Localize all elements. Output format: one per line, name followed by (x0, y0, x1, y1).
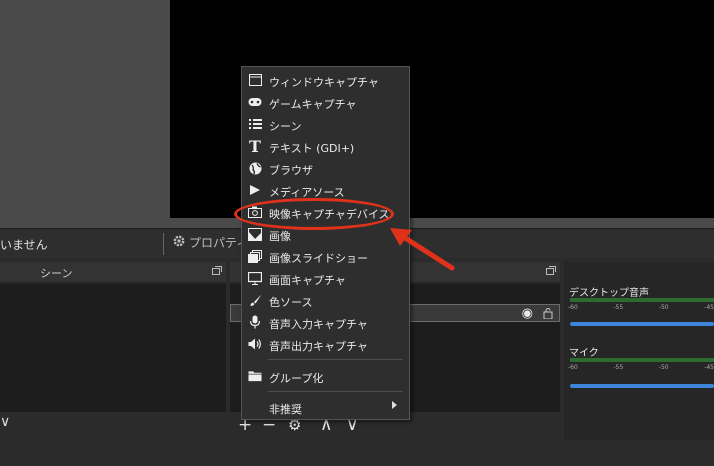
speaker-icon (248, 337, 262, 351)
microphone-icon (248, 315, 262, 329)
menu-item-label: 画面キャプチャ (269, 274, 346, 287)
gamepad-icon (248, 95, 262, 109)
properties-label: プロパティ (189, 236, 249, 250)
list-icon (248, 117, 262, 131)
menu-item-window-capture[interactable]: ウィンドウキャプチャ (242, 69, 409, 91)
toolbar-divider (163, 233, 164, 255)
play-icon (248, 183, 262, 197)
window-icon (248, 73, 262, 87)
globe-icon (248, 161, 262, 175)
scenes-list[interactable] (0, 284, 226, 412)
menu-item-audio-output-capture[interactable]: 音声出力キャプチャ (242, 333, 409, 355)
audio-mixer-panel: デスクトップ音声 -60 -55 -50 -45 マイク -60 -55 -50… (564, 262, 714, 440)
mixer-track-name: デスクトップ音声 (569, 288, 649, 299)
menu-item-image-slideshow[interactable]: 画像スライドショー (242, 245, 409, 267)
menu-item-audio-input-capture[interactable]: 音声入力キャプチャ (242, 311, 409, 333)
menu-item-label: グループ化 (269, 372, 324, 385)
tick-label: -55 (613, 364, 624, 371)
menu-item-label: テキスト (GDI+) (269, 142, 355, 155)
menu-item-game-capture[interactable]: ゲームキャプチャ (242, 91, 409, 113)
tick-label: -45 (704, 364, 714, 371)
tick-label: -45 (704, 304, 714, 311)
highlight-ellipse (234, 198, 394, 230)
mixer-track-name: マイク (569, 348, 599, 359)
scenes-panel-header: シーン (0, 262, 226, 282)
folder-icon (248, 369, 262, 383)
menu-item-label: 音声入力キャプチャ (269, 318, 368, 331)
menu-item-label: 非推奨 (269, 403, 302, 416)
image-icon (248, 227, 262, 241)
menu-item-color-source[interactable]: 色ソース (242, 289, 409, 311)
left-empty-area (0, 0, 170, 228)
volume-meter (570, 298, 714, 302)
menu-item-label: 音声出力キャプチャ (269, 340, 368, 353)
text-icon: T (249, 136, 261, 156)
scenes-footer: ∨ (0, 412, 226, 440)
undock-icon[interactable] (212, 266, 222, 275)
status-bar (0, 440, 714, 466)
no-source-selected-label: いません (0, 238, 48, 252)
slideshow-icon (248, 249, 262, 263)
undock-icon[interactable] (546, 266, 556, 275)
menu-item-label: ブラウザ (269, 164, 313, 177)
volume-slider[interactable] (570, 384, 714, 388)
menu-item-label: ウィンドウキャプチャ (269, 76, 379, 89)
properties-button[interactable]: プロパティ (172, 234, 248, 251)
menu-separator (268, 391, 403, 392)
annotation-arrow-icon (390, 228, 455, 271)
meter-ticks: -60 -55 -50 -45 (568, 304, 714, 311)
volume-meter (570, 358, 714, 362)
move-down-icon[interactable]: ∨ (0, 414, 10, 430)
scenes-panel-title: シーン (40, 267, 73, 280)
tick-label: -60 (568, 304, 578, 311)
gear-icon (172, 234, 186, 251)
monitor-icon (248, 271, 262, 285)
tick-label: -50 (658, 304, 669, 311)
menu-item-label: 色ソース (269, 296, 313, 309)
tick-label: -50 (658, 364, 669, 371)
tick-label: -55 (613, 304, 624, 311)
meter-ticks: -60 -55 -50 -45 (568, 364, 714, 371)
menu-item-label: 画像スライドショー (269, 252, 368, 265)
menu-item-scene[interactable]: シーン (242, 113, 409, 135)
menu-item-deprecated[interactable]: 非推奨 (242, 396, 409, 418)
menu-item-label: シーン (269, 120, 302, 133)
brush-icon (248, 293, 262, 307)
lock-icon[interactable] (543, 308, 553, 320)
menu-item-group[interactable]: グループ化 (242, 365, 409, 387)
menu-item-browser[interactable]: ブラウザ (242, 157, 409, 179)
visibility-eye-icon[interactable]: ◉ (522, 306, 533, 321)
submenu-arrow-icon (392, 401, 397, 409)
menu-item-text[interactable]: T テキスト (GDI+) (242, 135, 409, 157)
menu-item-label: 画像 (269, 230, 291, 243)
menu-item-display-capture[interactable]: 画面キャプチャ (242, 267, 409, 289)
tick-label: -60 (568, 364, 578, 371)
menu-separator (268, 359, 403, 360)
add-source-menu: ウィンドウキャプチャ ゲームキャプチャ シーン T テキスト (GDI+) ブラ… (241, 66, 410, 420)
volume-slider[interactable] (570, 322, 714, 326)
scenes-panel: シーン ∨ (0, 262, 226, 440)
menu-item-label: ゲームキャプチャ (269, 98, 357, 111)
